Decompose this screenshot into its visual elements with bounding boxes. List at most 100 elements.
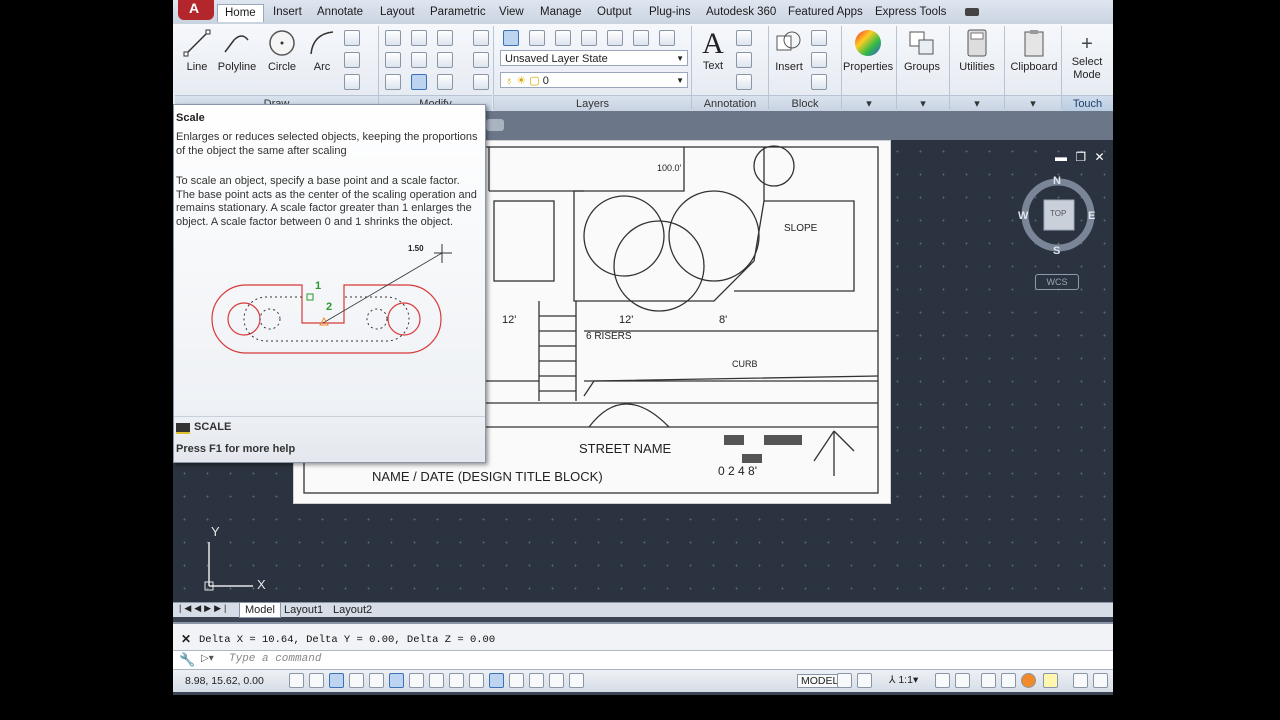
layer-unlock-icon[interactable] <box>659 30 675 46</box>
block-panel-title[interactable]: Block <box>769 95 841 112</box>
tab-layout2[interactable]: Layout2 <box>328 603 377 617</box>
move-icon[interactable] <box>385 30 401 46</box>
layer-states-icon[interactable] <box>529 30 545 46</box>
annotation-visibility-icon[interactable] <box>935 673 950 688</box>
groups-panel-title[interactable]: ▾ <box>897 95 949 112</box>
command-input[interactable]: Type a command <box>229 653 321 665</box>
isolate-objects-icon[interactable] <box>1043 673 1058 688</box>
fillet-icon[interactable] <box>437 52 453 68</box>
quick-view-drawings-icon[interactable] <box>857 673 872 688</box>
auto-scale-icon[interactable] <box>955 673 970 688</box>
rectangle-icon[interactable] <box>344 30 360 46</box>
edit-attributes-icon[interactable] <box>811 74 827 90</box>
offset-icon[interactable] <box>473 74 489 90</box>
quick-properties-icon[interactable] <box>529 673 544 688</box>
polar-tracking-icon[interactable] <box>369 673 384 688</box>
ortho-mode-icon[interactable] <box>349 673 364 688</box>
layer-dropdown[interactable]: ♁ ☀ ▢ 0 ▼ <box>500 72 688 88</box>
clipboard-panel-title[interactable]: ▾ <box>1005 95 1061 112</box>
dimension-icon[interactable] <box>736 30 752 46</box>
erase-icon[interactable] <box>473 30 489 46</box>
tab-view[interactable]: View <box>499 6 524 18</box>
tab-home[interactable]: Home <box>217 4 264 22</box>
trim-icon[interactable] <box>437 30 453 46</box>
selection-cycling-icon[interactable] <box>549 673 564 688</box>
compass-north[interactable]: N <box>1053 175 1061 187</box>
tab-layout1[interactable]: Layout1 <box>279 603 328 617</box>
layers-panel-title[interactable]: Layers <box>494 95 691 112</box>
workspace-switching-icon[interactable] <box>981 673 996 688</box>
explode-icon[interactable] <box>473 52 489 68</box>
leader-icon[interactable] <box>736 52 752 68</box>
tab-insert[interactable]: Insert <box>273 6 302 18</box>
application-menu-button[interactable]: A <box>178 0 214 20</box>
model-space-button[interactable]: MODEL <box>797 674 843 688</box>
close-command-line-icon[interactable]: ✕ <box>181 632 191 646</box>
edit-block-icon[interactable] <box>811 52 827 68</box>
tab-output[interactable]: Output <box>597 6 632 18</box>
layout-nav-arrows-icon[interactable]: |◀◀▶▶| <box>179 603 229 614</box>
mirror-icon[interactable] <box>411 52 427 68</box>
tab-annotate[interactable]: Annotate <box>317 6 363 18</box>
dynamic-ucs-icon[interactable] <box>449 673 464 688</box>
snap-mode-icon[interactable] <box>309 673 324 688</box>
dynamic-input-icon[interactable] <box>469 673 484 688</box>
status-menu-icon[interactable] <box>1073 673 1088 688</box>
3d-object-snap-icon[interactable] <box>409 673 424 688</box>
table-icon[interactable] <box>736 74 752 90</box>
rotate-icon[interactable] <box>411 30 427 46</box>
customize-wrench-icon[interactable]: 🔧 <box>179 652 195 668</box>
arc-button[interactable]: Arc <box>307 28 337 73</box>
toolbar-lock-icon[interactable] <box>1001 673 1016 688</box>
layer-freeze-icon[interactable] <box>581 30 597 46</box>
properties-button[interactable]: Properties <box>843 28 893 73</box>
tab-express-tools[interactable]: Express Tools <box>875 6 946 18</box>
line-button[interactable]: Line <box>181 28 213 73</box>
scale-icon[interactable] <box>411 74 427 90</box>
properties-panel-title[interactable]: ▾ <box>842 95 896 112</box>
restore-icon[interactable]: ❐ <box>1075 150 1086 164</box>
groups-button[interactable]: Groups <box>900 28 944 73</box>
hardware-acceleration-icon[interactable] <box>1021 673 1036 688</box>
hatch-icon[interactable] <box>344 52 360 68</box>
tab-manage[interactable]: Manage <box>540 6 582 18</box>
minimize-icon[interactable]: ▬ <box>1055 150 1067 164</box>
annotation-monitor-icon[interactable] <box>569 673 584 688</box>
command-prompt-icon[interactable]: ▷▾ <box>201 653 214 664</box>
compass-west[interactable]: W <box>1018 210 1028 222</box>
wcs-menu[interactable]: WCS <box>1035 274 1079 290</box>
lineweight-icon[interactable] <box>489 673 504 688</box>
tab-layout[interactable]: Layout <box>380 6 415 18</box>
viewcube-top-face[interactable]: TOP <box>1050 209 1066 218</box>
polyline-button[interactable]: Polyline <box>215 28 259 73</box>
grid-display-icon[interactable] <box>329 673 344 688</box>
layer-isolate-icon[interactable] <box>555 30 571 46</box>
region-icon[interactable] <box>344 74 360 90</box>
clean-screen-icon[interactable] <box>1093 673 1108 688</box>
quick-view-layouts-icon[interactable] <box>837 673 852 688</box>
utilities-button[interactable]: Utilities <box>954 28 1000 73</box>
insert-block-button[interactable]: Insert <box>772 28 806 73</box>
text-button[interactable]: A Text <box>697 28 729 73</box>
utilities-panel-title[interactable]: ▾ <box>950 95 1004 112</box>
array-icon[interactable] <box>437 74 453 90</box>
transparency-icon[interactable] <box>509 673 524 688</box>
circle-button[interactable]: Circle <box>265 28 299 73</box>
layer-properties-icon[interactable] <box>503 30 519 46</box>
infer-constraints-icon[interactable] <box>289 673 304 688</box>
annotation-panel-title[interactable]: Annotation <box>692 95 768 112</box>
tab-plugins[interactable]: Plug-ins <box>649 6 691 18</box>
tab-featured-apps[interactable]: Featured Apps <box>788 6 863 18</box>
annotation-scale[interactable]: ⅄ 1:1▾ <box>889 674 918 686</box>
select-mode-button[interactable]: + Select Mode <box>1062 32 1112 82</box>
object-snap-icon[interactable] <box>389 673 404 688</box>
stretch-icon[interactable] <box>385 74 401 90</box>
touch-panel-title[interactable]: Touch <box>1062 95 1113 112</box>
close-icon[interactable]: ✕ <box>1094 150 1104 164</box>
new-tab-icon[interactable] <box>486 119 504 131</box>
layer-off-icon[interactable] <box>607 30 623 46</box>
tab-autodesk-360[interactable]: Autodesk 360 <box>706 6 776 18</box>
copy-icon[interactable] <box>385 52 401 68</box>
create-block-icon[interactable] <box>811 30 827 46</box>
tab-model[interactable]: Model <box>239 603 281 618</box>
